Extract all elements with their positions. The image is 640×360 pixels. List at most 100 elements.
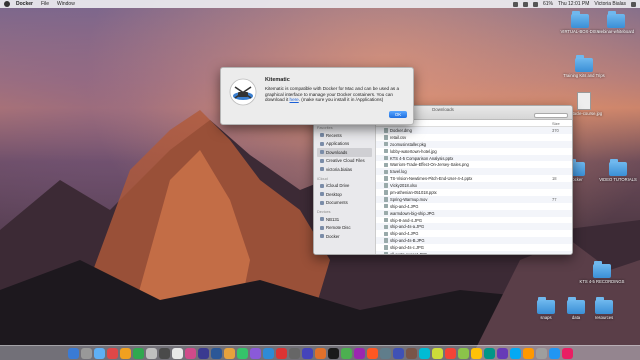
file-row[interactable]: pm-athenian-051018.pptx — [376, 189, 572, 196]
dock-app-icon[interactable] — [457, 347, 469, 359]
wifi-icon[interactable] — [532, 1, 538, 7]
desktop-icon-webinar-whiteboard[interactable]: webinar-whiteboard — [592, 11, 640, 34]
dock-app-icon[interactable] — [67, 347, 79, 359]
file-icon — [384, 245, 388, 250]
file-row[interactable]: Spring-Warmup.mov 77 — [376, 195, 572, 203]
menu-file[interactable]: File — [41, 1, 49, 7]
dropbox-tray-icon[interactable] — [522, 1, 528, 7]
file-row[interactable]: TS-Vision-Newtimes-Pitch-End-User-4-4.pp… — [376, 175, 572, 182]
menu-bar-status-area: 61% Thu 12:01 PM Victoria Bialas — [512, 1, 636, 7]
dock-app-icon[interactable] — [548, 347, 560, 359]
column-header-size[interactable]: Size — [552, 121, 572, 126]
clock[interactable]: Thu 12:01 PM — [558, 1, 589, 7]
dock-app-icon[interactable] — [119, 347, 131, 359]
file-row[interactable]: retail.csv — [376, 134, 572, 141]
dock-app-icon[interactable] — [80, 347, 92, 359]
dock-app-icon[interactable] — [340, 347, 352, 359]
desktop-icon-video-tutorials[interactable]: VIDEO TUTORIALS — [594, 159, 640, 182]
dock-app-icon[interactable] — [184, 347, 196, 359]
sidebar-item-remote-disc[interactable]: Remote Disc — [317, 224, 372, 233]
menu-window[interactable]: Window — [57, 1, 75, 7]
dock-app-icon[interactable] — [210, 347, 222, 359]
dock-app-icon[interactable] — [535, 347, 547, 359]
docker-tray-icon[interactable] — [512, 1, 518, 7]
dock-app-icon[interactable] — [288, 347, 300, 359]
file-row[interactable]: Vicky2018.xlsx — [376, 182, 572, 190]
file-row[interactable]: ship-and-4.JPG — [376, 203, 572, 210]
file-row[interactable]: Warriors-Trade-Effect-On-Jersey-Sales.pn… — [376, 161, 572, 168]
file-row[interactable]: ship-and-4.JPG — [376, 230, 572, 237]
file-row[interactable]: Docker.dmg 370 — [376, 127, 572, 134]
dock-app-icon[interactable] — [366, 347, 378, 359]
file-row[interactable]: ship-8-and-4.JPG — [376, 217, 572, 224]
desktop-icon-kts-recordings[interactable]: KTS 4-5 RECORDINGS — [578, 261, 626, 284]
user-name[interactable]: Victoria Bialas — [594, 1, 626, 7]
sidebar-item-recents[interactable]: Recents — [317, 131, 372, 140]
dock-app-icon[interactable] — [509, 347, 521, 359]
dock-app-icon[interactable] — [171, 347, 183, 359]
file-row[interactable]: zoomusinstaller.pkg — [376, 140, 572, 148]
sidebar-item-icloud-drive[interactable]: iCloud Drive — [317, 182, 372, 191]
search-input[interactable] — [534, 113, 568, 118]
dock-app-icon[interactable] — [145, 347, 157, 359]
dock-app-icon[interactable] — [444, 347, 456, 359]
dock-app-icon[interactable] — [483, 347, 495, 359]
dock-app-icon[interactable] — [275, 347, 287, 359]
sidebar-item-documents[interactable]: Documents — [317, 199, 372, 208]
apple-menu-icon[interactable] — [4, 1, 10, 7]
file-row[interactable]: ship-and-4s-B.JPG — [376, 237, 572, 245]
dock-app-icon[interactable] — [418, 347, 430, 359]
battery-percent[interactable]: 61% — [543, 1, 553, 7]
dock-app-icon[interactable] — [405, 347, 417, 359]
file-row[interactable]: ship-and-4s-c.JPG — [376, 244, 572, 251]
file-row[interactable]: KTS 4-5 Comparison Analysis.pptx — [376, 154, 572, 162]
dock-app-icon[interactable] — [301, 347, 313, 359]
dock-app-icon[interactable] — [353, 347, 365, 359]
menu-app-name[interactable]: Docker — [16, 1, 33, 7]
sidebar-item-applications[interactable]: Applications — [317, 140, 372, 149]
file-row[interactable]: all-ports-sunset.JPG — [376, 251, 572, 254]
file-row[interactable]: warmdown-big-ship.JPG — [376, 209, 572, 217]
ok-button[interactable]: OK — [389, 111, 407, 118]
disc-icon — [320, 225, 324, 230]
file-name: warmdown-big-ship.JPG — [390, 210, 435, 216]
sidebar-item-desktop[interactable]: Desktop — [317, 190, 372, 199]
sidebar-item-docker[interactable]: Docker — [317, 232, 372, 241]
dock-app-icon[interactable] — [197, 347, 209, 359]
dock-app-icon[interactable] — [522, 347, 534, 359]
dock-app-icon[interactable] — [93, 347, 105, 359]
file-name: ship-and-4s-c.JPG — [390, 245, 424, 251]
file-row[interactable]: ship-and-4s-a.JPG — [376, 223, 572, 231]
dock-app-icon[interactable] — [561, 347, 573, 359]
sidebar-item-nb131[interactable]: NB131 — [317, 215, 372, 224]
dock — [0, 345, 640, 360]
desktop-icon-resources[interactable]: resources — [580, 297, 628, 320]
file-row[interactable]: lobby-watertown-hotel.jpg — [376, 148, 572, 155]
dock-app-icon[interactable] — [327, 347, 339, 359]
desktop-icon-training-kits[interactable]: Training Kits and Trips — [560, 55, 608, 78]
dock-app-icon[interactable] — [431, 347, 443, 359]
dock-app-icon[interactable] — [392, 347, 404, 359]
spotlight-search-icon[interactable] — [631, 1, 636, 7]
desktop-icon-label: snaps — [540, 315, 552, 320]
dock-app-icon[interactable] — [236, 347, 248, 359]
download-link[interactable]: here — [290, 97, 299, 102]
dock-app-icon[interactable] — [470, 347, 482, 359]
menu-bar: Docker File Window 61% Thu 12:01 PM Vict… — [0, 0, 640, 8]
file-name: Vicky2018.xlsx — [390, 183, 418, 189]
sidebar-item-downloads[interactable]: Downloads — [317, 148, 372, 157]
dock-app-icon[interactable] — [158, 347, 170, 359]
dock-app-icon[interactable] — [223, 347, 235, 359]
dock-app-icon[interactable] — [106, 347, 118, 359]
dock-app-icon[interactable] — [379, 347, 391, 359]
sidebar-item-home[interactable]: victoria.bialas — [317, 165, 372, 174]
dock-app-icon[interactable] — [314, 347, 326, 359]
dock-app-icon[interactable] — [249, 347, 261, 359]
desktop-icon-label: data — [571, 315, 581, 320]
sidebar-item-creative-cloud[interactable]: Creative Cloud Files — [317, 157, 372, 166]
file-name: Docker.dmg — [390, 127, 412, 133]
dock-app-icon[interactable] — [496, 347, 508, 359]
dock-app-icon[interactable] — [132, 347, 144, 359]
file-row[interactable]: travel.log — [376, 168, 572, 176]
dock-app-icon[interactable] — [262, 347, 274, 359]
